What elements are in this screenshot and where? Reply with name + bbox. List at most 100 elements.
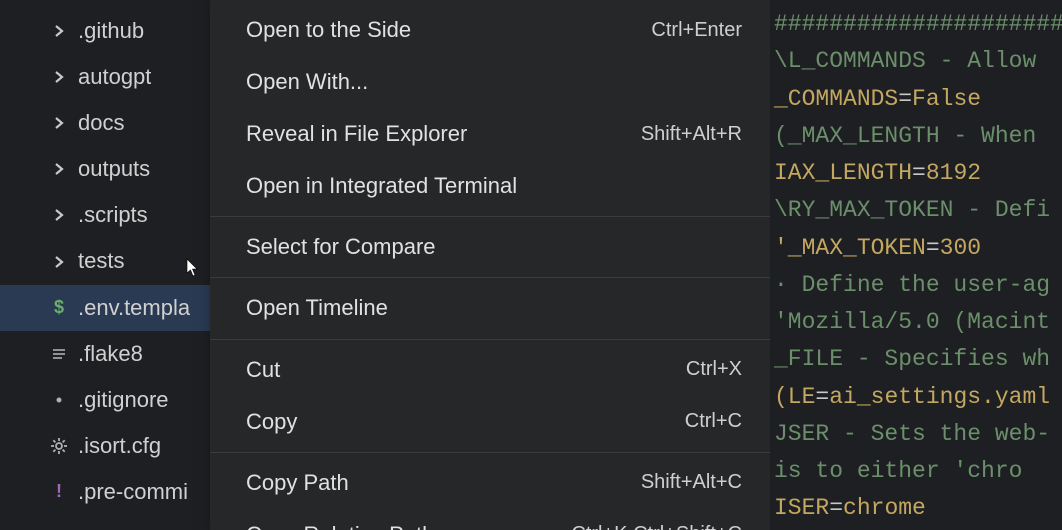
file-item[interactable]: outputs — [0, 146, 210, 192]
menu-item[interactable]: Cut Ctrl+X — [210, 344, 770, 396]
file-item[interactable]: ! .sourcery.ya — [0, 515, 210, 530]
editor-token: _COMMANDS — [774, 86, 898, 112]
menu-item-label: Open in Integrated Terminal — [246, 169, 517, 203]
editor-content: ######################### \L_COMMANDS - A… — [770, 0, 1062, 530]
editor-token: \RY_MAX_TOKEN - Defi — [774, 197, 1050, 223]
file-item-label: .flake8 — [78, 337, 143, 371]
menu-item-shortcut: Ctrl+X — [686, 354, 742, 385]
editor-line: ######################### — [770, 6, 1062, 43]
editor-line: (LE=ai_settings.yaml — [770, 379, 1062, 416]
editor-token: False — [912, 86, 981, 112]
editor-token: = — [829, 495, 843, 521]
file-item[interactable]: ! .pre-commi — [0, 469, 210, 515]
editor-token: IAX_LENGTH — [774, 160, 912, 186]
file-item-label: .env.templa — [78, 291, 190, 325]
file-item[interactable]: $ .env.templa — [0, 285, 210, 331]
chevron-icon — [50, 116, 68, 130]
menu-item[interactable]: Copy Relative Path Ctrl+K Ctrl+Shift+C — [210, 509, 770, 530]
menu-item[interactable]: Copy Path Shift+Alt+C — [210, 457, 770, 509]
file-item-label: .github — [78, 14, 144, 48]
editor-line: IAX_LENGTH=8192 — [770, 155, 1062, 192]
editor-line: \L_COMMANDS - Allow — [770, 43, 1062, 80]
excl-icon: ! — [50, 478, 68, 506]
editor-token: JSER - Sets the web- — [774, 421, 1050, 447]
file-explorer: .github autogpt docs outputs .scripts tests $.… — [0, 0, 210, 530]
editor-token: = — [912, 160, 926, 186]
editor-token: ISER — [774, 495, 829, 521]
editor-line: 'Mozilla/5.0 (Macint — [770, 304, 1062, 341]
menu-item[interactable]: Reveal in File Explorer Shift+Alt+R — [210, 108, 770, 160]
file-item-label: .sourcery.ya — [78, 521, 196, 530]
editor-token: 'Mozilla/5.0 (Macint — [774, 309, 1050, 335]
editor-line: _FILE - Specifies wh — [770, 341, 1062, 378]
menu-item-label: Copy Path — [246, 466, 349, 500]
menu-item-label: Open Timeline — [246, 291, 388, 325]
file-item[interactable]: docs — [0, 100, 210, 146]
menu-separator — [210, 277, 770, 278]
menu-item-shortcut: Ctrl+C — [685, 406, 742, 437]
editor-token: is to either 'chro — [774, 458, 1022, 484]
editor-line: \RY_MAX_TOKEN - Defi — [770, 192, 1062, 229]
menu-separator — [210, 216, 770, 217]
file-item[interactable]: .flake8 — [0, 331, 210, 377]
menu-item-label: Open With... — [246, 65, 368, 99]
excl-icon: ! — [50, 524, 68, 530]
file-item[interactable]: .github — [0, 8, 210, 54]
editor-line: is to either 'chro — [770, 453, 1062, 490]
gear-icon — [50, 438, 68, 454]
editor-line: · Define the user-ag — [770, 267, 1062, 304]
chevron-icon — [50, 255, 68, 269]
file-item-label: .scripts — [78, 198, 148, 232]
editor-token: = — [815, 384, 829, 410]
chevron-icon — [50, 24, 68, 38]
file-item-label: outputs — [78, 152, 150, 186]
editor-token: \L_COMMANDS - Allow — [774, 48, 1050, 74]
menu-item[interactable]: Open With... — [210, 56, 770, 108]
editor-token: 300 — [940, 235, 981, 261]
dot-icon — [50, 395, 68, 405]
menu-item-label: Copy — [246, 405, 297, 439]
file-item-label: .gitignore — [78, 383, 169, 417]
dollar-icon: $ — [50, 294, 68, 322]
chevron-icon — [50, 162, 68, 176]
file-item-label: .pre-commi — [78, 475, 188, 509]
editor-token: 8192 — [926, 160, 981, 186]
menu-item[interactable]: Open to the SideCtrl+Enter — [210, 4, 770, 56]
editor-line: (_MAX_LENGTH - When — [770, 118, 1062, 155]
file-item-label: autogpt — [78, 60, 151, 94]
file-item[interactable]: .isort.cfg — [0, 423, 210, 469]
editor-token: (_MAX_LENGTH - When — [774, 123, 1050, 149]
menu-item-label: Cut — [246, 353, 280, 387]
editor-token: · Define the user-ag — [774, 272, 1050, 298]
menu-item-label: Reveal in File Explorer — [246, 117, 467, 151]
context-menu: Open to the SideCtrl+Enter Open With... Re… — [210, 0, 770, 530]
menu-separator — [210, 452, 770, 453]
menu-item[interactable]: Copy Ctrl+C — [210, 396, 770, 448]
menu-item-shortcut: Ctrl+K Ctrl+Shift+C — [571, 519, 742, 530]
file-item[interactable]: autogpt — [0, 54, 210, 100]
menu-item-shortcut: Shift+Alt+C — [641, 467, 742, 498]
file-item[interactable]: .gitignore — [0, 377, 210, 423]
editor-line: _COMMANDS=False — [770, 81, 1062, 118]
chevron-icon — [50, 208, 68, 222]
menu-item-label: Copy Relative Path — [246, 518, 434, 530]
menu-item-shortcut: Ctrl+Enter — [651, 15, 742, 46]
menu-item[interactable]: Open Timeline — [210, 282, 770, 334]
file-item-label: docs — [78, 106, 124, 140]
file-item[interactable]: tests — [0, 238, 210, 284]
editor-token: ai_settings.yaml — [829, 384, 1050, 410]
editor-line: '_MAX_TOKEN=300 — [770, 230, 1062, 267]
editor-token: chrome — [843, 495, 926, 521]
editor-token: = — [898, 86, 912, 112]
editor-token: ######################### — [774, 11, 1062, 37]
chevron-icon — [50, 70, 68, 84]
editor-token: _FILE - Specifies wh — [774, 346, 1050, 372]
menu-item[interactable]: Select for Compare — [210, 221, 770, 273]
menu-item[interactable]: Open in Integrated Terminal — [210, 160, 770, 212]
file-item-label: tests — [78, 244, 124, 278]
editor-line: ISER=chrome — [770, 490, 1062, 527]
menu-item-label: Select for Compare — [246, 230, 436, 264]
editor-token: = — [926, 235, 940, 261]
file-item[interactable]: .scripts — [0, 192, 210, 238]
menu-item-shortcut: Shift+Alt+R — [641, 119, 742, 150]
